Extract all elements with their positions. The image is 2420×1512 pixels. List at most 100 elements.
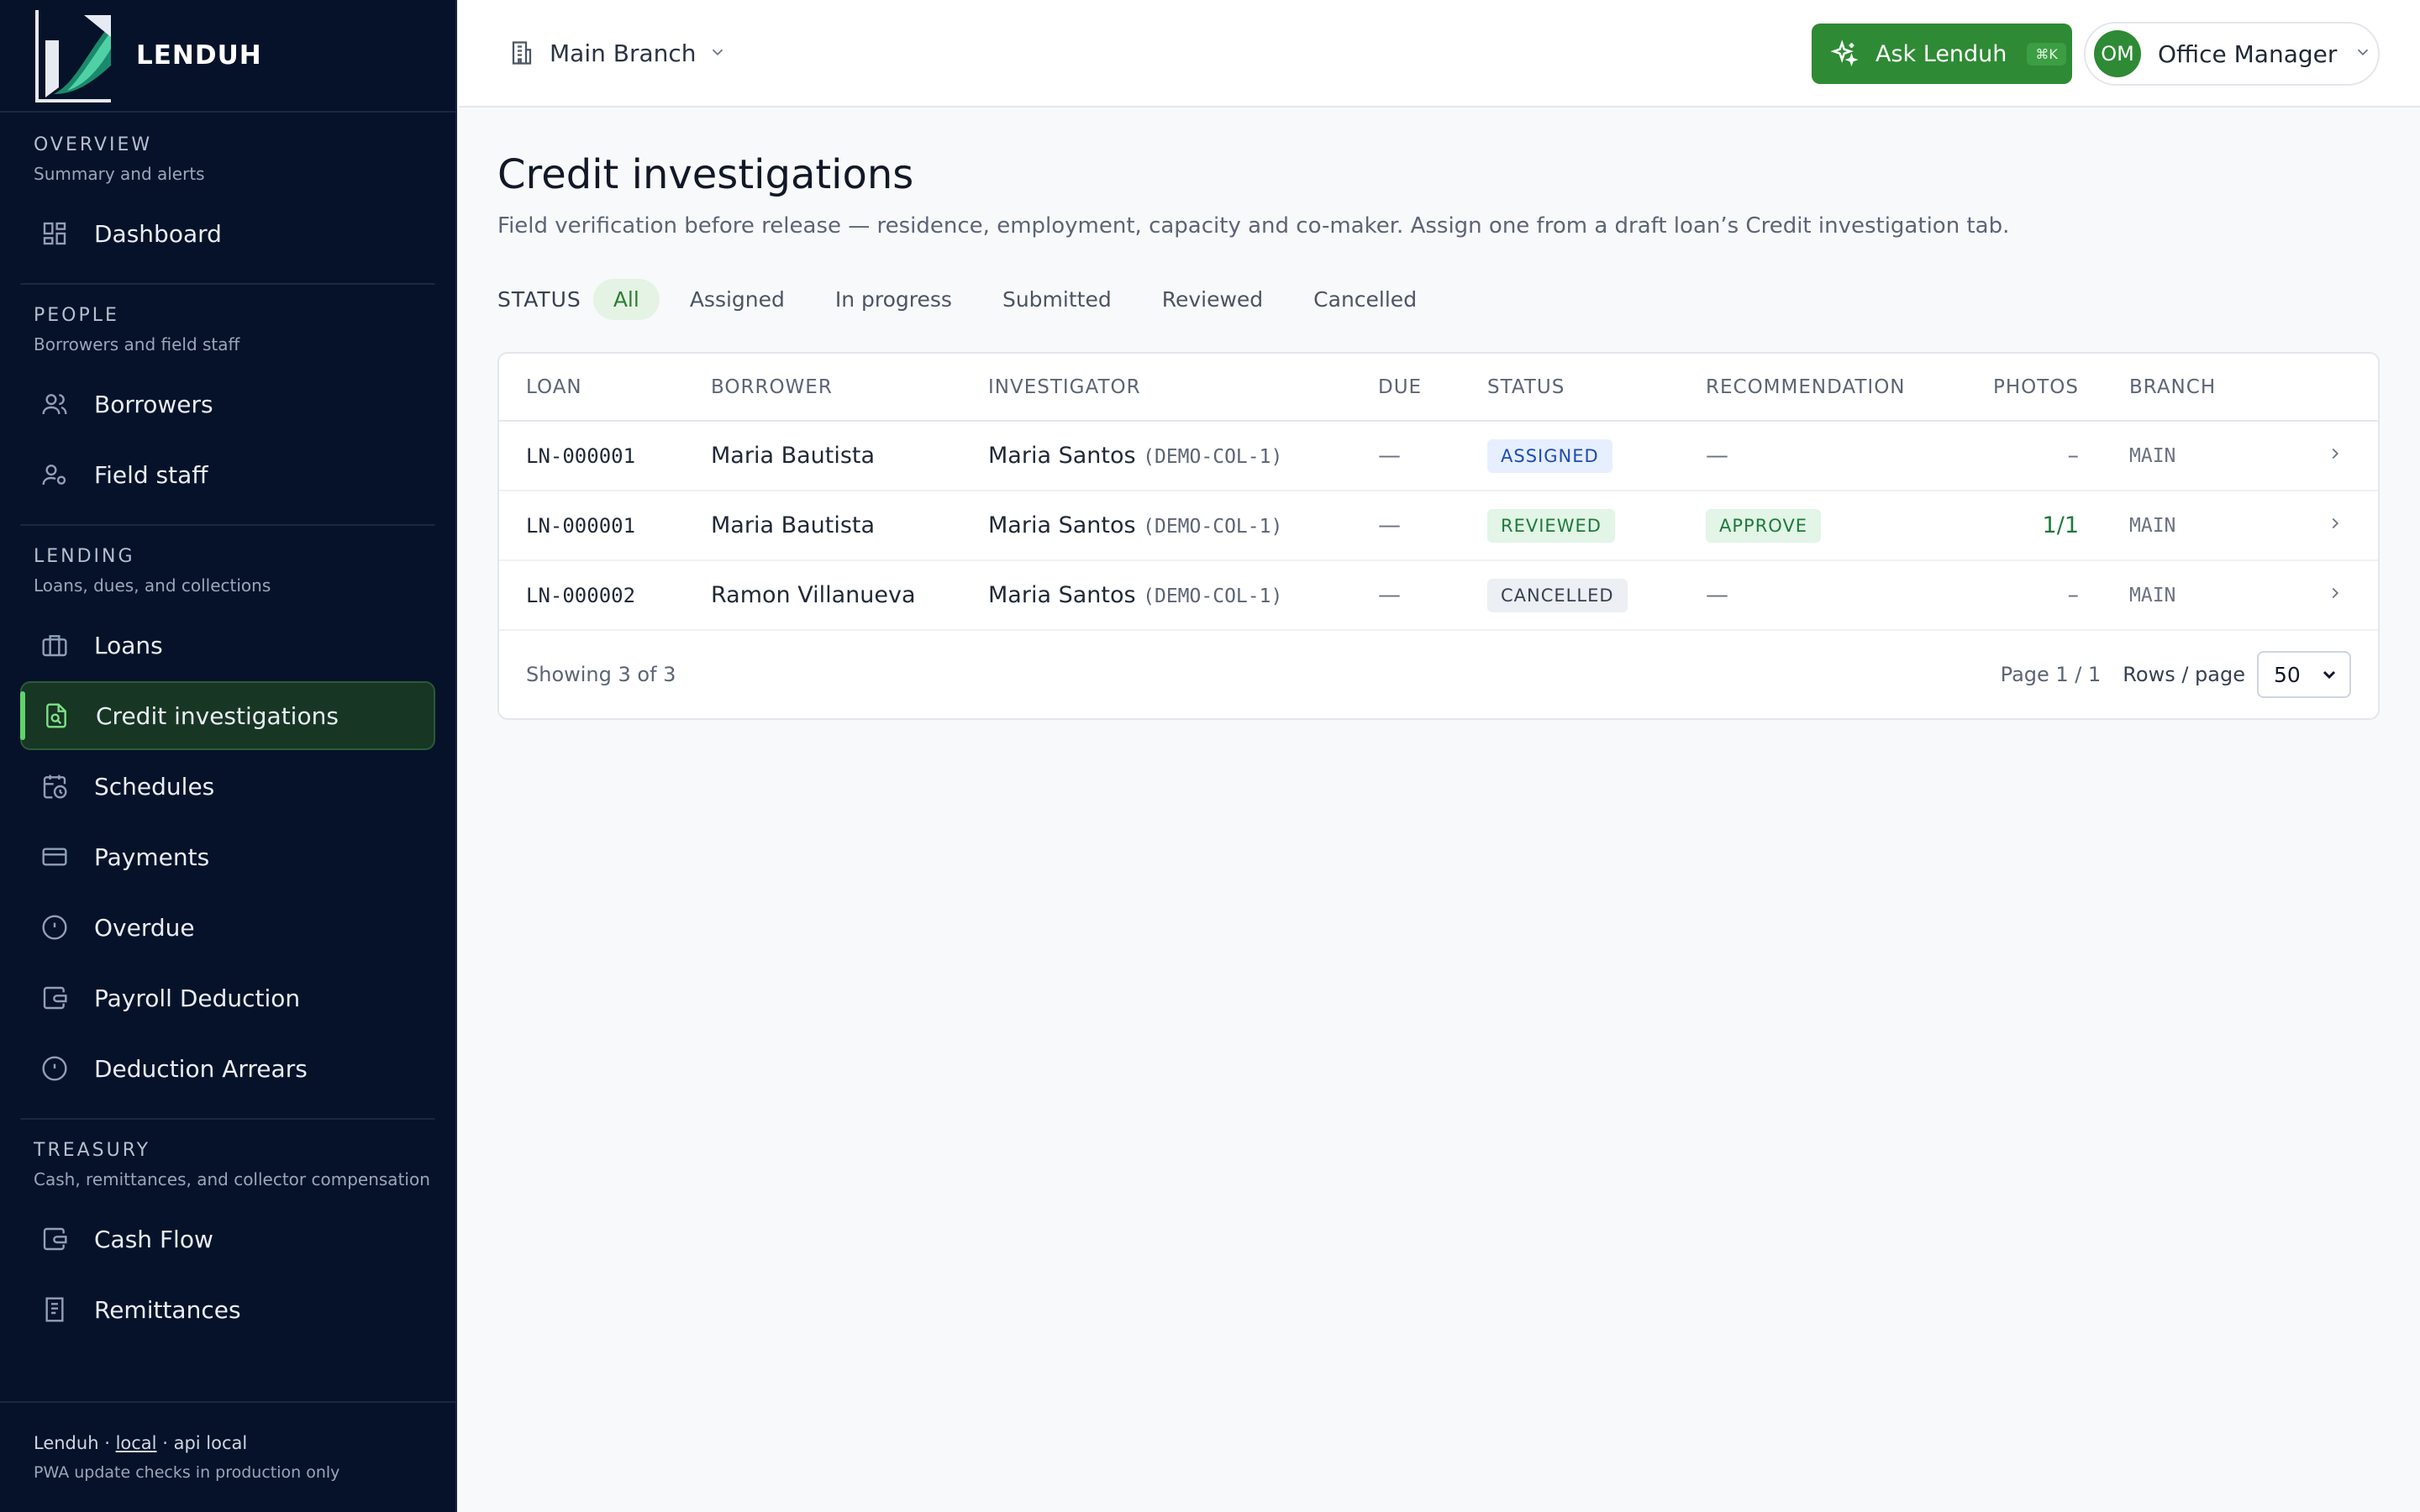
sidebar-item-credit-investigations[interactable]: Credit investigations <box>20 681 435 750</box>
table-header-row: LOAN BORROWER INVESTIGATOR DUE STATUS RE… <box>499 354 2378 422</box>
receipt-icon <box>40 1295 69 1324</box>
sidebar-item-payroll-deduction[interactable]: Payroll Deduction <box>20 963 435 1032</box>
table-row[interactable]: LN-000002 Ramon Villanueva Maria Santos … <box>499 560 2378 631</box>
column-header-loan[interactable]: LOAN <box>499 354 684 422</box>
sidebar-item-label: Field staff <box>94 460 208 489</box>
sidebar-nav: OVERVIEW Summary and alerts Dashboard PE… <box>0 114 455 1403</box>
section-subtitle: Loans, dues, and collections <box>34 575 271 596</box>
row-open[interactable] <box>2270 560 2378 631</box>
investigator: Maria Santos (DEMO-COL-1) <box>961 491 1351 561</box>
wallet-icon <box>40 984 69 1012</box>
briefcase-icon <box>40 631 69 659</box>
investigations-table: LOAN BORROWER INVESTIGATOR DUE STATUS RE… <box>497 352 2380 720</box>
alert-circle-icon <box>40 1054 69 1083</box>
rows-per-page-select[interactable]: 50 <box>2257 651 2351 698</box>
filter-in-progress[interactable]: In progress <box>815 279 972 320</box>
footer-env-link[interactable]: local <box>116 1433 157 1453</box>
filter-cancelled[interactable]: Cancelled <box>1293 279 1437 320</box>
branch-name: Main Branch <box>550 39 697 67</box>
sidebar-item-label: Remittances <box>94 1295 241 1324</box>
calendar-clock-icon <box>40 772 69 801</box>
shortcut-badge: ⌘K <box>2027 42 2066 66</box>
sidebar-item-label: Overdue <box>94 913 195 942</box>
sidebar-item-field-staff[interactable]: Field staff <box>20 440 435 509</box>
sidebar-item-label: Deduction Arrears <box>94 1054 308 1083</box>
column-header-borrower[interactable]: BORROWER <box>684 354 961 422</box>
recommendation: — <box>1679 421 1956 491</box>
section-lending: LENDING Loans, dues, and collections Loa… <box>0 546 455 1103</box>
column-header-investigator[interactable]: INVESTIGATOR <box>961 354 1351 422</box>
photos-count: – <box>1956 560 2102 631</box>
sidebar-item-label: Borrowers <box>94 390 213 418</box>
rows-per-page-value: 50 <box>2274 662 2301 687</box>
recommendation-badge: APPROVE <box>1706 508 1822 543</box>
section-treasury: TREASURY Cash, remittances, and collecto… <box>0 1140 455 1344</box>
due-date: — <box>1351 560 1460 631</box>
borrower-name: Maria Bautista <box>684 491 961 561</box>
loan-id[interactable]: LN-000001 <box>499 491 684 561</box>
users-icon <box>40 390 69 418</box>
user-role: Office Manager <box>2158 39 2338 68</box>
branch-code: MAIN <box>2102 560 2270 631</box>
due-date: — <box>1351 491 1460 561</box>
filter-reviewed[interactable]: Reviewed <box>1142 279 1283 320</box>
page-indicator: Page 1 / 1 <box>2000 663 2102 686</box>
sidebar-item-borrowers[interactable]: Borrowers <box>20 370 435 438</box>
column-header-status[interactable]: STATUS <box>1460 354 1679 422</box>
borrower-name: Maria Bautista <box>684 421 961 491</box>
loan-id[interactable]: LN-000002 <box>499 560 684 631</box>
column-header-branch[interactable]: BRANCH <box>2102 354 2270 422</box>
column-header-due[interactable]: DUE <box>1351 354 1460 422</box>
status-cell: REVIEWED <box>1460 491 1679 561</box>
sidebar-item-deduction-arrears[interactable]: Deduction Arrears <box>20 1034 435 1103</box>
sidebar-item-dashboard[interactable]: Dashboard <box>20 199 435 268</box>
footer-api: api local <box>173 1433 248 1453</box>
photos-count[interactable]: 1/1 <box>1956 491 2102 561</box>
borrower-name: Ramon Villanueva <box>684 560 961 631</box>
column-header-photos[interactable]: PHOTOS <box>1956 354 2102 422</box>
due-date: — <box>1351 421 1460 491</box>
sidebar-item-cash-flow[interactable]: Cash Flow <box>20 1205 435 1273</box>
sidebar-item-remittances[interactable]: Remittances <box>20 1275 435 1344</box>
section-title: OVERVIEW <box>34 134 153 155</box>
sidebar-item-label: Dashboard <box>94 219 222 248</box>
investigator: Maria Santos (DEMO-COL-1) <box>961 560 1351 631</box>
table-row[interactable]: LN-000001 Maria Bautista Maria Santos (D… <box>499 491 2378 561</box>
chevron-right-icon <box>2326 512 2344 538</box>
loan-id[interactable]: LN-000001 <box>499 421 684 491</box>
ask-lenduh-button[interactable]: Ask Lenduh ⌘K <box>1812 24 2072 84</box>
grid-icon <box>40 219 69 248</box>
footer-app-name: Lenduh <box>34 1433 99 1453</box>
branch-selector[interactable]: Main Branch <box>509 39 727 67</box>
investigator-name: Maria Santos <box>988 512 1136 538</box>
recommendation: APPROVE <box>1679 491 1956 561</box>
sidebar-item-label: Payments <box>94 843 210 871</box>
user-cog-icon <box>40 460 69 489</box>
user-menu[interactable]: OM Office Manager <box>2084 22 2380 86</box>
column-header-recommendation[interactable]: RECOMMENDATION <box>1679 354 1956 422</box>
table-footer: Showing 3 of 3 Page 1 / 1 Rows / page 50 <box>499 631 2378 718</box>
section-overview: OVERVIEW Summary and alerts Dashboard <box>0 134 455 268</box>
status-cell: ASSIGNED <box>1460 421 1679 491</box>
divider <box>20 524 435 526</box>
sidebar: LENDUH OVERVIEW Summary and alerts Dashb… <box>0 0 457 1512</box>
sidebar-item-loans[interactable]: Loans <box>20 611 435 680</box>
sidebar-item-schedules[interactable]: Schedules <box>20 752 435 821</box>
build-info: Lenduh · local · api local <box>34 1433 422 1453</box>
sparkles-icon <box>1830 39 1859 68</box>
investigator-name: Maria Santos <box>988 443 1136 469</box>
table-row[interactable]: LN-000001 Maria Bautista Maria Santos (D… <box>499 421 2378 491</box>
brand[interactable]: LENDUH <box>0 0 455 113</box>
row-open[interactable] <box>2270 491 2378 561</box>
filter-label: STATUS <box>497 287 581 312</box>
filter-submitted[interactable]: Submitted <box>982 279 1132 320</box>
sidebar-item-overdue[interactable]: Overdue <box>20 893 435 962</box>
filter-all[interactable]: All <box>592 279 660 320</box>
section-title: TREASURY <box>34 1140 151 1161</box>
filter-assigned[interactable]: Assigned <box>670 279 805 320</box>
credit-card-icon <box>40 843 69 871</box>
row-open[interactable] <box>2270 421 2378 491</box>
footer-separator: · <box>162 1433 168 1453</box>
sidebar-item-payments[interactable]: Payments <box>20 822 435 891</box>
rows-per-page-label: Rows / page <box>2123 663 2245 686</box>
